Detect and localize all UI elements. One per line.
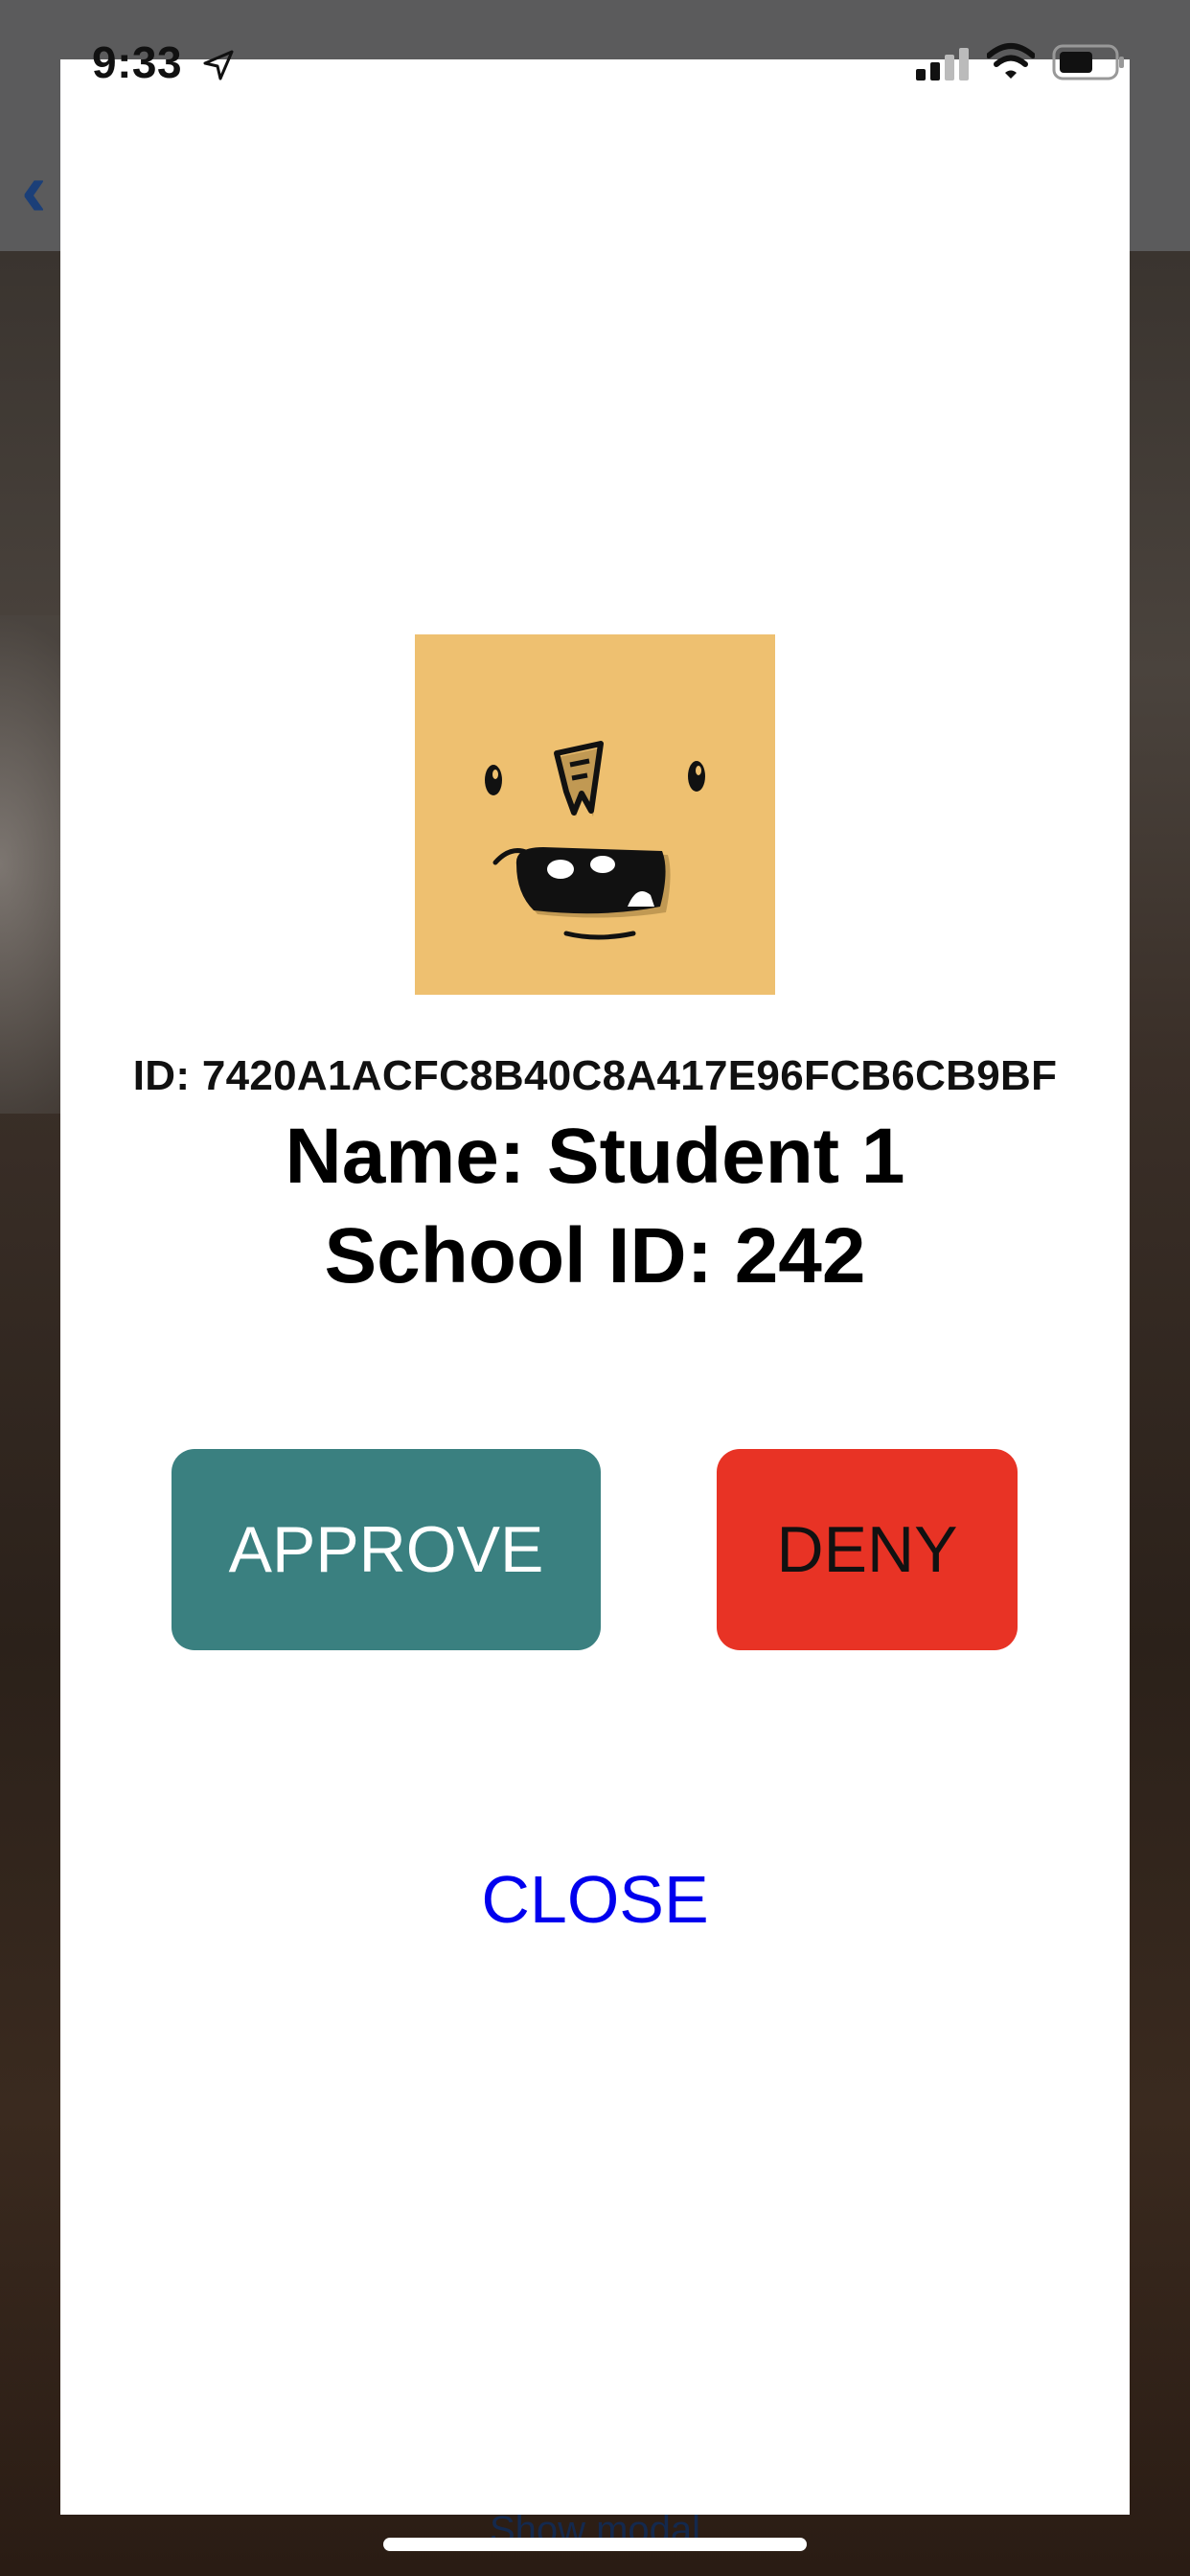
- student-name-text: Name: Student 1: [285, 1113, 905, 1200]
- back-chevron-icon[interactable]: ‹: [21, 151, 63, 228]
- deny-button-label: DENY: [776, 1513, 958, 1586]
- battery-icon: [1052, 44, 1124, 80]
- student-avatar-image: [415, 634, 775, 995]
- approval-modal: ID: 7420A1ACFC8B40C8A417E96FCB6CB9BF Nam…: [60, 59, 1130, 2515]
- location-arrow-icon: [203, 50, 234, 80]
- school-id-text: School ID: 242: [324, 1212, 866, 1300]
- close-button[interactable]: CLOSE: [60, 1861, 1130, 1938]
- approve-button[interactable]: APPROVE: [172, 1449, 601, 1650]
- home-indicator[interactable]: [383, 2538, 807, 2551]
- wifi-icon: [987, 43, 1035, 79]
- status-bar: 9:33: [0, 0, 1190, 129]
- deny-button[interactable]: DENY: [717, 1449, 1018, 1650]
- cellular-signal-icon: [916, 48, 969, 80]
- student-id-text: ID: 7420A1ACFC8B40C8A417E96FCB6CB9BF: [132, 1052, 1058, 1099]
- status-time: 9:33: [92, 37, 183, 87]
- approve-button-label: APPROVE: [228, 1513, 544, 1586]
